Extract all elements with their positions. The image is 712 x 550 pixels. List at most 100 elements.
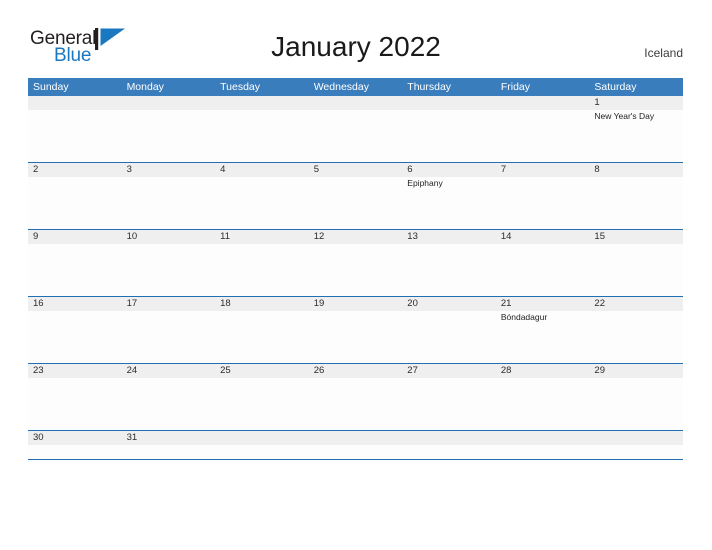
day-events-cell [122,311,216,363]
day-number-8[interactable]: 8 [589,163,683,177]
day-events-cell [589,311,683,363]
weekday-header-thursday: Thursday [407,81,452,93]
day-number-7[interactable]: 7 [496,163,590,177]
day-events-cell [496,177,590,229]
day-number-14[interactable]: 14 [496,230,590,244]
week-event-strip [28,445,683,459]
day-events-cell [589,378,683,430]
week-event-strip: Epiphany [28,177,683,229]
day-number-30[interactable]: 30 [28,431,122,445]
week-date-strip: 2345678 [28,163,683,177]
day-number-28[interactable]: 28 [496,364,590,378]
day-events-cell [496,244,590,296]
day-events-cell [28,445,122,459]
day-events-cell [28,110,122,162]
day-number-27[interactable]: 27 [402,364,496,378]
day-events-cell [122,445,216,459]
weekday-header-sunday: Sunday [33,81,69,93]
day-events-cell [122,378,216,430]
day-events-cell [215,445,309,459]
day-number-26[interactable]: 26 [309,364,403,378]
weekday-header-friday: Friday [500,81,531,93]
day-events-cell [496,378,590,430]
day-cell-empty [496,96,590,110]
day-events-cell [309,311,403,363]
week-event-strip: New Year's Day [28,110,683,162]
week-date-strip: 16 17 18 19 20 21 22 [28,297,683,311]
day-number-20[interactable]: 20 [402,297,496,311]
day-events-cell [215,244,309,296]
day-number-6[interactable]: 6 [402,163,496,177]
day-cell-empty [496,431,590,445]
day-number-4[interactable]: 4 [215,163,309,177]
day-number-10[interactable]: 10 [122,230,216,244]
week-date-strip: 30 31 [28,431,683,445]
day-events-cell [122,110,216,162]
day-number-11[interactable]: 11 [215,230,309,244]
day-number-19[interactable]: 19 [309,297,403,311]
day-events-cell [496,445,590,459]
weekday-header-saturday: Saturday [594,81,637,93]
calendar-week-row: 9 10 11 12 13 14 15 [28,229,683,296]
week-date-strip: 23 24 25 26 27 28 29 [28,364,683,378]
day-number-31[interactable]: 31 [122,431,216,445]
day-number-16[interactable]: 16 [28,297,122,311]
weekday-header-wednesday: Wednesday [313,81,369,93]
day-cell-empty [402,431,496,445]
day-number-15[interactable]: 15 [589,230,683,244]
calendar-week-row: 2 3 4 5 6 7 8 Epiphany [28,162,683,229]
calendar-week-row: 16 17 18 19 20 21 22 Bóndadagur [28,296,683,363]
day-number-1[interactable]: 1 [589,96,683,110]
day-number-22[interactable]: 22 [589,297,683,311]
day-number-25[interactable]: 25 [215,364,309,378]
day-cell-empty [215,96,309,110]
day-number-12[interactable]: 12 [309,230,403,244]
day-events-cell [309,244,403,296]
day-events-cell [402,244,496,296]
day-events-cell [28,244,122,296]
calendar-weeks: 1 New Year's Day 2 3 4 5 6 7 8 Epiphany 9 10 11 12 13 1… [28,96,683,459]
day-number-23[interactable]: 23 [28,364,122,378]
holiday-event: Epiphany [407,178,443,188]
page-title: January 2022 [271,31,441,62]
day-events-cell: Epiphany [402,177,496,229]
day-events-cell: New Year's Day [589,110,683,162]
day-cell-empty [589,431,683,445]
country-label: Iceland [644,46,683,60]
day-number-3[interactable]: 3 [122,163,216,177]
day-number-9[interactable]: 9 [28,230,122,244]
day-events-cell [402,311,496,363]
day-number-2[interactable]: 2 [28,163,122,177]
weekday-header-row: Sunday Monday Tuesday Wednesday Thursday Frid… [28,78,683,96]
day-events-cell [215,311,309,363]
day-events-cell [309,110,403,162]
day-events-cell [309,177,403,229]
day-number-13[interactable]: 13 [402,230,496,244]
day-number-24[interactable]: 24 [122,364,216,378]
day-number-29[interactable]: 29 [589,364,683,378]
calendar-week-row: 30 31 [28,430,683,459]
day-events-cell [28,177,122,229]
day-events-cell [215,177,309,229]
weekday-header-monday: Monday [126,81,164,93]
calendar-grid: Sunday Monday Tuesday Wednesday Thursday Frid… [28,78,683,460]
week-date-strip: 1 [28,96,683,110]
week-event-strip: Bóndadagur [28,311,683,363]
day-events-cell [215,378,309,430]
day-cell-empty [402,96,496,110]
calendar-page: General Blue January 2022 Iceland Sunday… [0,0,712,550]
day-events-cell [28,311,122,363]
day-number-18[interactable]: 18 [215,297,309,311]
day-number-21[interactable]: 21 [496,297,590,311]
day-number-17[interactable]: 17 [122,297,216,311]
calendar-bottom-rule [28,459,683,460]
day-events-cell [402,445,496,459]
day-events-cell [589,445,683,459]
day-events-cell: Bóndadagur [496,311,590,363]
day-events-cell [28,378,122,430]
week-event-strip [28,378,683,430]
day-number-5[interactable]: 5 [309,163,403,177]
day-events-cell [589,244,683,296]
page-header: General Blue January 2022 Iceland [0,0,712,78]
day-events-cell [309,378,403,430]
